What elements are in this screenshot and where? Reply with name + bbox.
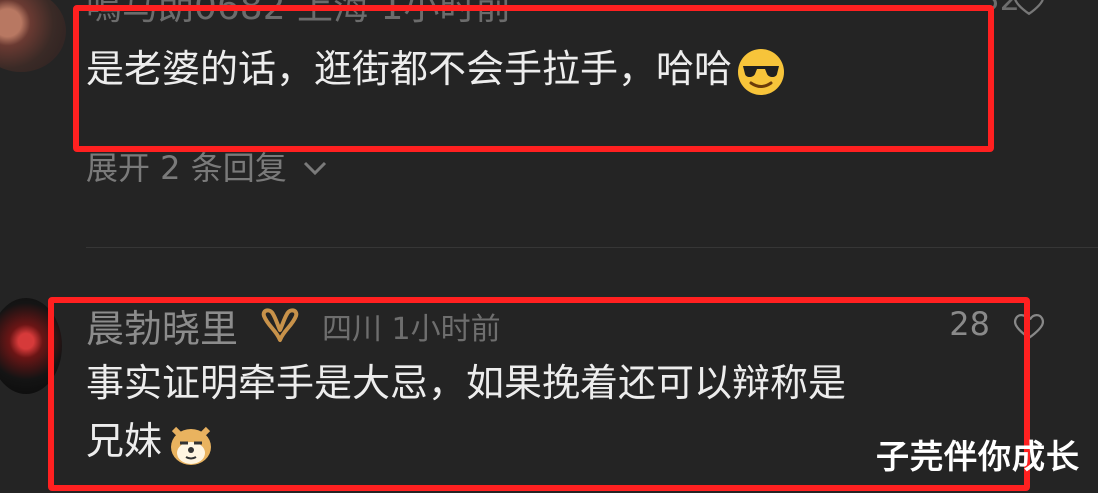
heart-icon[interactable] (1012, 0, 1046, 18)
comment-divider (86, 247, 1098, 248)
commenter-avatar[interactable] (0, 0, 66, 72)
highlight-box (73, 5, 994, 152)
chevron-down-icon (301, 147, 329, 185)
watermark-text: 子芫伴你成长 (876, 437, 1080, 476)
